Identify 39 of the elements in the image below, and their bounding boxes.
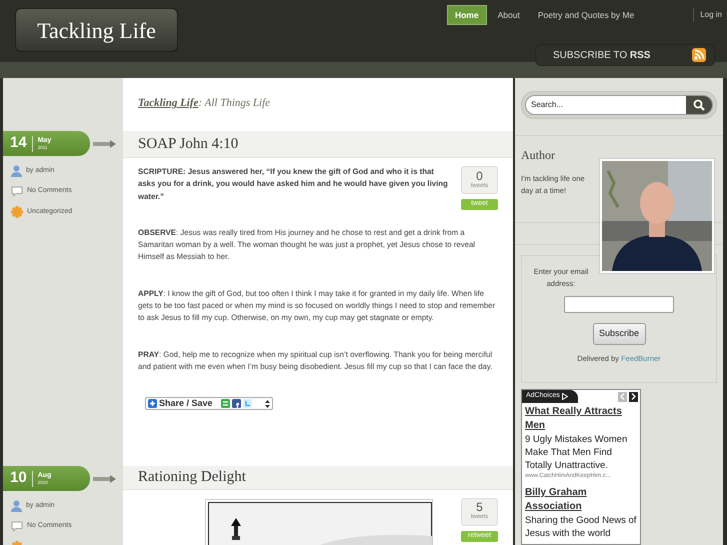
login-link[interactable]: Log in — [700, 9, 722, 21]
asterisk-icon — [11, 206, 23, 218]
tagline-link[interactable]: Tackling Life — [138, 97, 198, 109]
nav-tab[interactable]: Poetry and Quotes by Me — [530, 5, 642, 25]
ad-title-link[interactable]: Billy Graham Association — [525, 486, 637, 514]
arrow-icon — [93, 474, 117, 482]
next-button[interactable] — [629, 392, 638, 402]
logo-banner[interactable]: Tackling Life — [15, 8, 178, 52]
search-icon — [693, 99, 705, 111]
speech-bubble-icon — [11, 186, 23, 197]
ad-text: 9 Ugly Mistakes Women Make That Men Find Totally Unattractive. — [525, 433, 628, 472]
email-input[interactable] — [564, 296, 674, 313]
post-title[interactable]: SOAP John 4:10 — [138, 132, 238, 156]
up-down-arrow-icon — [265, 400, 270, 408]
site-title[interactable]: Tackling Life — [37, 14, 156, 46]
site-tagline: Tackling Life: All Things Life — [138, 96, 272, 111]
rss-subscribe-button[interactable]: SUBSCRIBE TO RSS — [535, 44, 715, 66]
speech-bubble-icon — [11, 521, 23, 532]
rss-icon — [692, 48, 706, 62]
tweet-count: 0 — [476, 170, 483, 182]
person-icon — [11, 500, 22, 512]
facebook-icon — [232, 399, 241, 408]
ad-text: Sharing the Good News of Jesus with the world — [525, 514, 637, 540]
date-day: 14 — [10, 132, 27, 155]
arrow-icon — [93, 140, 117, 148]
plus-icon — [148, 399, 157, 408]
nav-tab[interactable]: About — [490, 5, 527, 25]
author-heading: Author — [521, 147, 556, 164]
share-save-button[interactable]: Share / Save — [145, 397, 273, 410]
tweet-count: 5 — [476, 501, 483, 513]
subscribe-button[interactable]: Subscribe — [592, 323, 646, 345]
person-icon — [11, 165, 22, 177]
ad-title-link[interactable]: What Really Attracts Men — [525, 405, 637, 433]
search-field[interactable]: Search... — [525, 95, 713, 115]
play-icon — [562, 393, 568, 400]
post-title[interactable]: Rationing Delight — [138, 466, 246, 488]
share-icon — [220, 399, 230, 408]
date-day: 10 — [10, 467, 27, 490]
search-button[interactable] — [686, 96, 712, 114]
